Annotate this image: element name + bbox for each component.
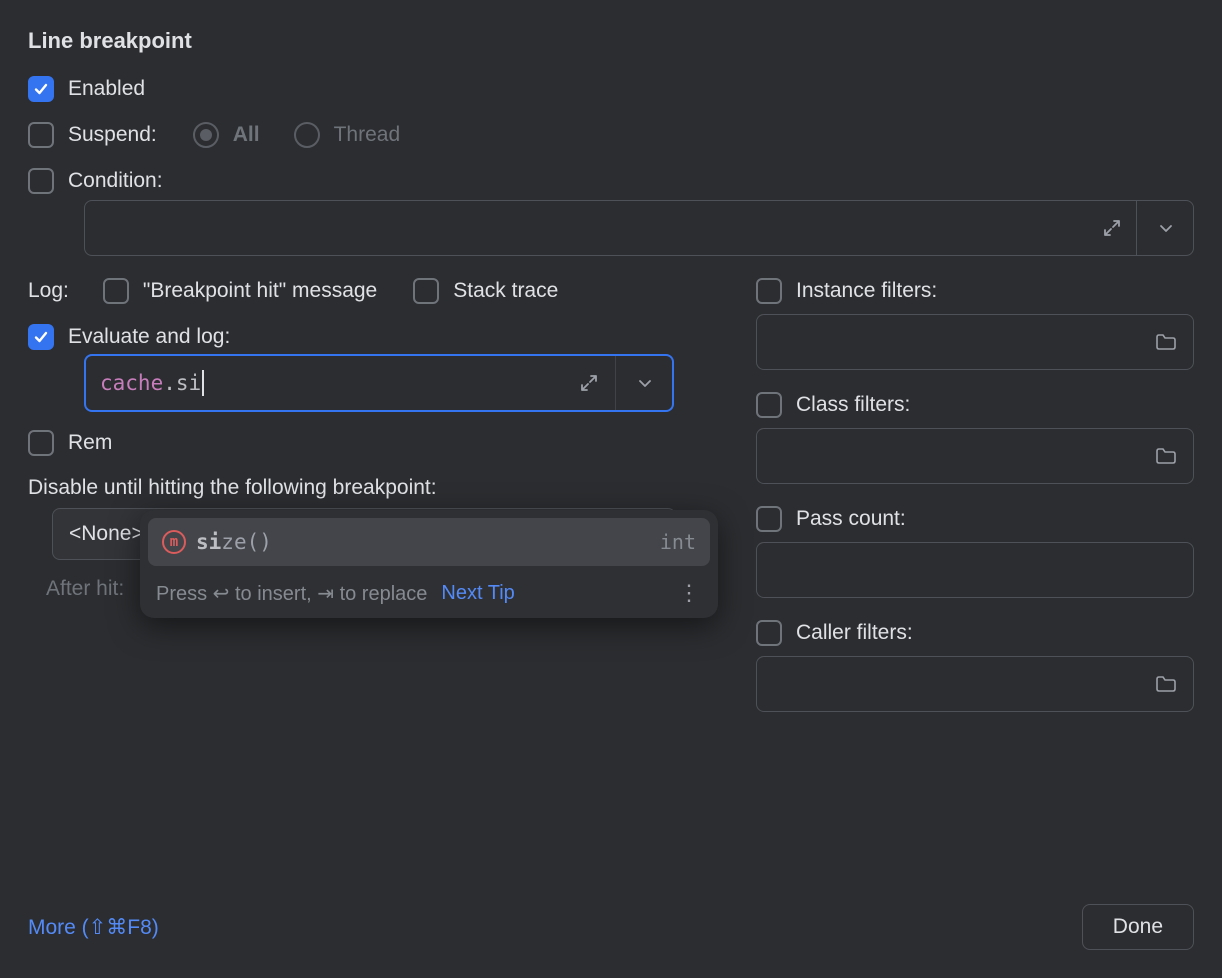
suspend-all-label: All	[233, 123, 260, 147]
completion-popup: m size() int Press ↩ to insert, ⇥ to rep…	[140, 510, 718, 618]
stack-trace-label: Stack trace	[453, 279, 558, 303]
evaluate-checkbox[interactable]	[28, 324, 54, 350]
log-row: Log: "Breakpoint hit" message Stack trac…	[28, 278, 706, 304]
completion-return-type: int	[660, 530, 696, 554]
condition-input[interactable]	[84, 200, 1194, 256]
class-filters-checkbox[interactable]	[756, 392, 782, 418]
evaluate-label: Evaluate and log:	[68, 325, 230, 349]
code-token-dot: .	[163, 371, 176, 395]
completion-item[interactable]: m size() int	[148, 518, 710, 566]
completion-rest: ze	[221, 530, 246, 554]
code-token-cache: cache	[100, 371, 163, 395]
suspend-checkbox[interactable]	[28, 122, 54, 148]
stack-trace-checkbox[interactable]	[413, 278, 439, 304]
folder-icon[interactable]	[1155, 332, 1177, 352]
suspend-row: Suspend: All Thread	[28, 122, 1194, 148]
completion-hint-row: Press ↩ to insert, ⇥ to replace Next Tip…	[140, 574, 718, 618]
suspend-label: Suspend:	[68, 123, 157, 147]
pass-count-input[interactable]	[756, 542, 1194, 598]
disable-until-value: <None>	[69, 522, 144, 546]
caller-filters-label: Caller filters:	[796, 621, 913, 645]
more-icon[interactable]: ⋮	[678, 580, 702, 606]
completion-text: size()	[196, 530, 650, 554]
caller-filters-input[interactable]	[756, 656, 1194, 712]
chevron-down-icon[interactable]	[636, 374, 654, 392]
folder-icon[interactable]	[1155, 446, 1177, 466]
code-token-suffix: si	[176, 371, 201, 395]
pass-count-row: Pass count:	[756, 506, 1194, 532]
method-icon: m	[162, 530, 186, 554]
text-cursor	[202, 370, 204, 396]
instance-filters-input[interactable]	[756, 314, 1194, 370]
instance-filters-checkbox[interactable]	[756, 278, 782, 304]
completion-match: si	[196, 530, 221, 554]
suspend-thread-radio[interactable]	[294, 122, 320, 148]
remove-checkbox[interactable]	[28, 430, 54, 456]
after-hit-label: After hit:	[46, 577, 124, 601]
condition-row: Condition:	[28, 168, 1194, 194]
suspend-all-radio[interactable]	[193, 122, 219, 148]
suspend-thread-label: Thread	[334, 123, 401, 147]
class-filters-row: Class filters:	[756, 392, 1194, 418]
footer: More (⇧⌘F8) Done	[28, 904, 1194, 950]
chevron-down-icon[interactable]	[1157, 219, 1175, 237]
expand-icon[interactable]	[578, 372, 600, 394]
next-tip-link[interactable]: Next Tip	[441, 582, 514, 605]
expand-icon[interactable]	[1101, 217, 1123, 239]
more-link[interactable]: More (⇧⌘F8)	[28, 915, 159, 940]
remove-row: Rem	[28, 430, 706, 456]
caller-filters-checkbox[interactable]	[756, 620, 782, 646]
completion-hint: Press ↩ to insert, ⇥ to replace	[156, 581, 427, 606]
enabled-label: Enabled	[68, 77, 145, 101]
condition-label: Condition:	[68, 169, 163, 193]
disable-until-label: Disable until hitting the following brea…	[28, 476, 706, 500]
evaluate-row: Evaluate and log:	[28, 324, 706, 350]
condition-checkbox[interactable]	[28, 168, 54, 194]
pass-count-label: Pass count:	[796, 507, 906, 531]
caller-filters-row: Caller filters:	[756, 620, 1194, 646]
pass-count-checkbox[interactable]	[756, 506, 782, 532]
completion-parens: ()	[247, 530, 272, 554]
enabled-row: Enabled	[28, 76, 1194, 102]
instance-filters-label: Instance filters:	[796, 279, 937, 303]
dialog-title: Line breakpoint	[28, 28, 1194, 54]
class-filters-input[interactable]	[756, 428, 1194, 484]
log-label: Log:	[28, 279, 69, 303]
done-button[interactable]: Done	[1082, 904, 1194, 950]
evaluate-input[interactable]: cache.si	[84, 354, 674, 412]
remove-label: Rem	[68, 431, 112, 455]
breakpoint-hit-checkbox[interactable]	[103, 278, 129, 304]
instance-filters-row: Instance filters:	[756, 278, 1194, 304]
breakpoint-hit-label: "Breakpoint hit" message	[143, 279, 377, 303]
enabled-checkbox[interactable]	[28, 76, 54, 102]
class-filters-label: Class filters:	[796, 393, 910, 417]
folder-icon[interactable]	[1155, 674, 1177, 694]
